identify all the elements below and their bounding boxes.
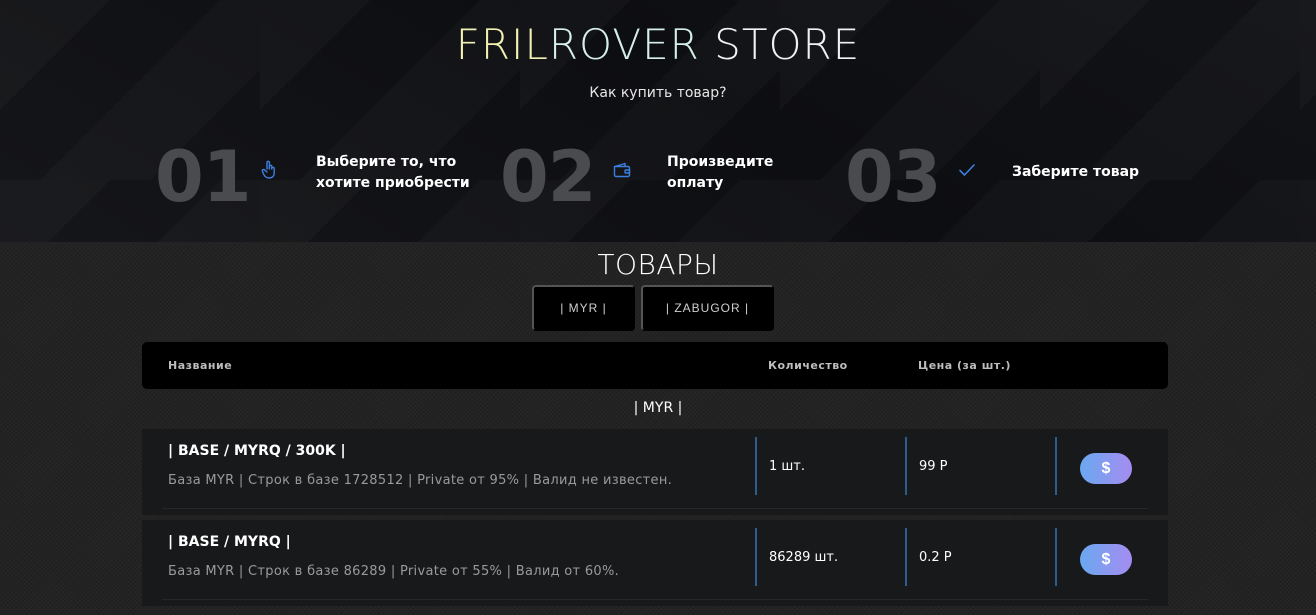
- step-1: 01 Выберите то, что хотите приобрести: [155, 140, 475, 214]
- step-text: Заберите товар: [1012, 164, 1140, 180]
- step-3: 03 Заберите товар: [845, 140, 1165, 214]
- buy-button[interactable]: $: [1080, 544, 1132, 575]
- column-divider: [755, 437, 757, 495]
- product-description: База MYR | Строк в базе 1728512 | Privat…: [168, 473, 673, 488]
- product-description: База MYR | Строк в базе 86289 | Private …: [168, 564, 620, 579]
- product-price: 99 Р: [919, 459, 948, 474]
- column-price-header: Цена (за шт.): [918, 359, 1011, 372]
- column-divider: [905, 528, 907, 586]
- step-number: 02: [500, 136, 596, 218]
- checkmark-icon: [957, 160, 977, 180]
- filter-myr-button[interactable]: | MYR |: [532, 285, 635, 331]
- column-quantity-header: Количество: [768, 359, 848, 372]
- product-quantity: 86289 шт.: [769, 550, 839, 565]
- step-text: Произведите оплату: [667, 154, 774, 191]
- table-row: | BASE / MYRQ | База MYR | Строк в базе …: [142, 520, 1168, 606]
- row-divider: [162, 508, 1148, 509]
- product-price: 0.2 Р: [919, 550, 952, 565]
- step-text: Выберите то, что хотите приобрести: [316, 154, 470, 191]
- step-2: 02 Произведите оплату: [500, 140, 820, 214]
- step-number: 01: [155, 136, 251, 218]
- wallet-icon: [612, 160, 632, 180]
- hand-pointer-icon: [259, 160, 279, 180]
- brand-title: FRILROVER STORE: [455, 20, 861, 69]
- hero-section: FRILROVER STORE Как купить товар? 01 Выб…: [0, 0, 1316, 242]
- row-divider: [162, 599, 1148, 600]
- table-row: | BASE / MYRQ / 300K | База MYR | Строк …: [142, 429, 1168, 515]
- product-quantity: 1 шт.: [769, 459, 806, 474]
- table-header: Название Количество Цена (за шт.): [142, 342, 1168, 389]
- catalog-section: ТОВАРЫ | MYR | | ZABUGOR | Название Коли…: [0, 242, 1316, 615]
- column-name-header: Название: [168, 359, 233, 372]
- catalog-title: ТОВАРЫ: [597, 248, 719, 281]
- column-divider: [755, 528, 757, 586]
- how-to-buy-heading: Как купить товар?: [589, 85, 727, 101]
- group-label: | MYR |: [633, 400, 683, 416]
- product-name: | BASE / MYRQ / 300K |: [168, 443, 346, 459]
- column-divider: [905, 437, 907, 495]
- column-divider: [1055, 437, 1057, 495]
- column-divider: [1055, 528, 1057, 586]
- buy-button[interactable]: $: [1080, 453, 1132, 484]
- product-name: | BASE / MYRQ |: [168, 534, 291, 550]
- step-number: 03: [845, 136, 941, 218]
- filter-zabugor-button[interactable]: | ZABUGOR |: [641, 285, 774, 331]
